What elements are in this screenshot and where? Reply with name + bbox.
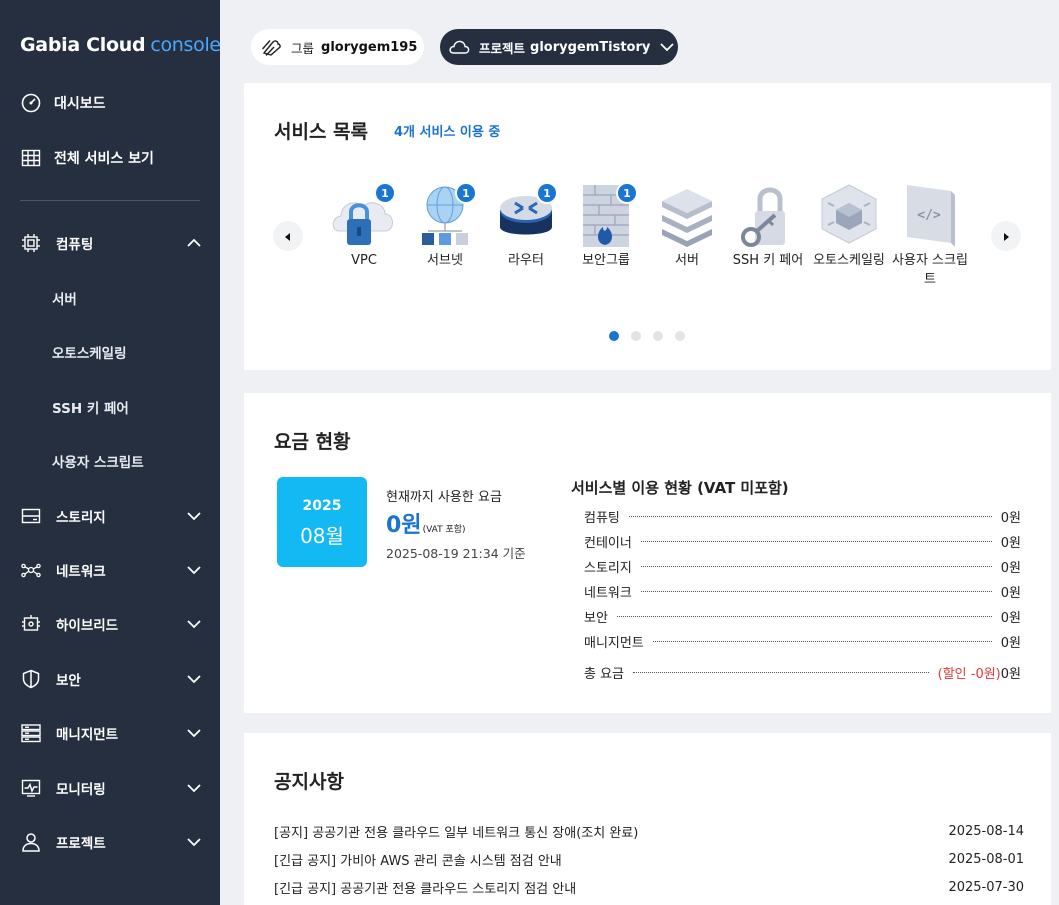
caret-left-icon: [283, 227, 293, 246]
notice-item[interactable]: [공지] 공공기관 전용 클라우드 일부 네트워크 통신 장애(조치 완료) 20…: [274, 820, 1024, 842]
usage-row-security: 보안 0원: [584, 610, 1021, 626]
usage-row-network: 네트워크 0원: [584, 585, 1021, 601]
storage-icon: [20, 505, 42, 527]
used-fee-label: 현재까지 사용한 요금: [386, 490, 502, 505]
monitor-icon: [20, 777, 42, 799]
usage-row-total: 총 요금 (할인 -0원) 0원: [584, 662, 1021, 682]
service-badge: 1: [374, 182, 396, 204]
sidebar-sub-autoscaling[interactable]: 오토스케일링: [52, 337, 127, 367]
dashboard-icon: [20, 92, 42, 114]
used-fee-timestamp: 2025-08-19 21:34 기준: [386, 546, 526, 561]
service-user-script[interactable]: </> 사용자 스크립트: [892, 181, 968, 289]
carousel-dot-2[interactable]: [631, 331, 641, 341]
carousel-dot-3[interactable]: [653, 331, 663, 341]
service-router[interactable]: 1 라우터: [488, 181, 564, 270]
shield-icon: [20, 668, 42, 690]
sidebar-item-project[interactable]: 프로젝트: [0, 822, 220, 862]
usage-row-management: 매니지먼트 0원: [584, 635, 1021, 651]
service-badge: 1: [536, 182, 558, 204]
group-chip[interactable]: 그룹 glorygem195: [251, 29, 424, 65]
chevron-down-icon: [186, 508, 202, 524]
chip-icon: [20, 232, 42, 254]
project-selector[interactable]: 프로젝트 glorygemTistory: [440, 29, 678, 65]
grid-icon: [20, 147, 42, 169]
svg-text:</>: </>: [917, 208, 941, 223]
service-autoscaling[interactable]: 오토스케일링: [811, 181, 887, 270]
usage-row-storage: 스토리지 0원: [584, 560, 1021, 576]
service-subnet[interactable]: 1 서브넷: [407, 181, 483, 270]
key-lock-icon: [741, 187, 785, 247]
service-badge: 1: [455, 182, 477, 204]
sidebar-item-hybrid[interactable]: 하이브리드: [0, 604, 220, 644]
billing-month: 08월: [300, 524, 344, 548]
notice-item[interactable]: [긴급 공지] 공공기관 전용 클라우드 스토리지 점검 안내 2025-07-3…: [274, 876, 1024, 898]
service-security-group[interactable]: 1 보안그룹: [568, 181, 644, 270]
usage-row-container: 컨테이너 0원: [584, 535, 1021, 551]
billing-card: 요금 현황 2025 08월 현재까지 사용한 요금 0원(VAT 포함) 20…: [244, 393, 1051, 713]
sidebar-sub-server[interactable]: 서버: [52, 283, 77, 313]
sidebar-item-management[interactable]: 매니지먼트: [0, 713, 220, 753]
sidebar-item-dashboard[interactable]: 대시보드: [0, 83, 220, 123]
service-list-card: 서비스 목록 4개 서비스 이용 중 1 VPC 1 서브넷 1 라우터 1 보…: [244, 83, 1051, 370]
billing-month-calendar[interactable]: 2025 08월: [277, 477, 367, 567]
sidebar-divider: [20, 200, 200, 201]
notices-card: 공지사항 [공지] 공공기관 전용 클라우드 일부 네트워크 통신 장애(조치 …: [244, 733, 1051, 905]
sidebar-item-all-services[interactable]: 전체 서비스 보기: [0, 138, 220, 178]
management-icon: [20, 722, 42, 744]
sidebar-item-storage[interactable]: 스토리지: [0, 496, 220, 536]
sidebar-item-security[interactable]: 보안: [0, 659, 220, 699]
service-badge: 1: [616, 182, 638, 204]
chevron-down-icon: [186, 616, 202, 632]
carousel-next-button[interactable]: [991, 221, 1021, 251]
network-icon: [20, 559, 42, 581]
chevron-up-icon: [186, 235, 202, 251]
billing-title: 요금 현황: [274, 431, 351, 453]
carousel-dot-1[interactable]: [609, 331, 619, 341]
sidebar-item-monitoring[interactable]: 모니터링: [0, 768, 220, 808]
total-discount: (할인 -0원): [937, 666, 1001, 682]
usage-title: 서비스별 이용 현황 (VAT 미포함): [571, 479, 789, 497]
sidebar-item-computing[interactable]: 컴퓨팅: [0, 223, 220, 263]
brand-logo[interactable]: Gabia Cloud console: [20, 34, 221, 56]
user-icon: [20, 831, 42, 853]
service-count[interactable]: 4개 서비스 이용 중: [394, 121, 500, 140]
chevron-down-icon: [186, 725, 202, 741]
chevron-down-icon: [186, 671, 202, 687]
code-icon: </>: [907, 185, 955, 247]
caret-right-icon: [1001, 227, 1011, 246]
autoscaling-icon: [821, 184, 877, 244]
notice-item[interactable]: [긴급 공지] 가비아 AWS 관리 콘솔 시스템 점검 안내 2025-08-0…: [274, 848, 1024, 870]
usage-row-computing: 컴퓨팅 0원: [584, 510, 1021, 526]
service-vpc[interactable]: 1 VPC: [326, 181, 402, 270]
service-ssh-key-pair[interactable]: SSH 키 페어: [730, 181, 806, 270]
chevron-down-icon: [659, 39, 675, 55]
chevron-down-icon: [186, 834, 202, 850]
service-server[interactable]: 서버: [649, 181, 725, 270]
carousel-dot-4[interactable]: [675, 331, 685, 341]
sidebar: Gabia Cloud console 대시보드 전체 서비스 보기 컴퓨팅 서버…: [0, 0, 221, 905]
billing-year: 2025: [302, 498, 342, 514]
server-icon: [662, 189, 712, 247]
used-fee-value: 0원(VAT 포함): [386, 513, 466, 538]
chevron-down-icon: [186, 562, 202, 578]
notices-title: 공지사항: [274, 771, 344, 793]
service-list-title: 서비스 목록: [274, 121, 369, 143]
cloud-stack-icon: [261, 36, 283, 58]
sidebar-item-network[interactable]: 네트워크: [0, 550, 220, 590]
carousel-prev-button[interactable]: [273, 221, 303, 251]
sidebar-sub-ssh-key-pair[interactable]: SSH 키 페어: [52, 392, 129, 422]
hybrid-icon: [20, 613, 42, 635]
chevron-down-icon: [186, 780, 202, 796]
sidebar-sub-user-script[interactable]: 사용자 스크립트: [52, 446, 144, 476]
cloud-icon: [448, 36, 470, 58]
